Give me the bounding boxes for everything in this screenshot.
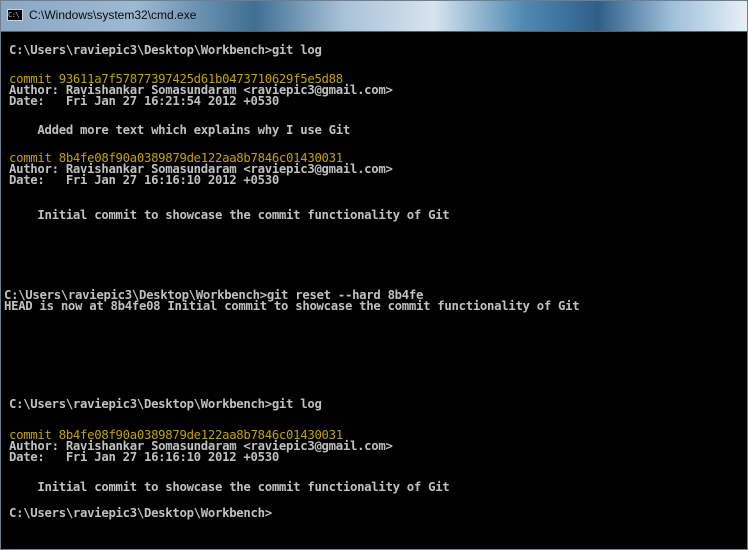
- console-output[interactable]: C:\Users\raviepic3\Desktop\Workbench>git…: [1, 32, 747, 549]
- title-bar[interactable]: C:\ C:\Windows\system32\cmd.exe: [1, 1, 747, 32]
- prompt-line: C:\Users\raviepic3\Desktop\Workbench>: [9, 506, 272, 520]
- date-line: Date: Fri Jan 27 16:16:10 2012 +0530: [9, 173, 279, 187]
- commit-message-line: Added more text which explains why I use…: [9, 123, 350, 137]
- cmd-icon[interactable]: C:\: [7, 9, 23, 21]
- prompt-line: C:\Users\raviepic3\Desktop\Workbench>git…: [9, 397, 322, 411]
- prompt-line: C:\Users\raviepic3\Desktop\Workbench>git…: [9, 43, 322, 57]
- date-line: Date: Fri Jan 27 16:16:10 2012 +0530: [9, 450, 279, 464]
- date-line: Date: Fri Jan 27 16:21:54 2012 +0530: [9, 94, 279, 108]
- output-line: HEAD is now at 8b4fe08 Initial commit to…: [4, 299, 580, 313]
- cmd-window: C:\ C:\Windows\system32\cmd.exe C:\Users…: [0, 0, 748, 550]
- commit-message-line: Initial commit to showcase the commit fu…: [9, 208, 450, 222]
- commit-message-line: Initial commit to showcase the commit fu…: [9, 480, 450, 494]
- window-title: C:\Windows\system32\cmd.exe: [29, 8, 197, 22]
